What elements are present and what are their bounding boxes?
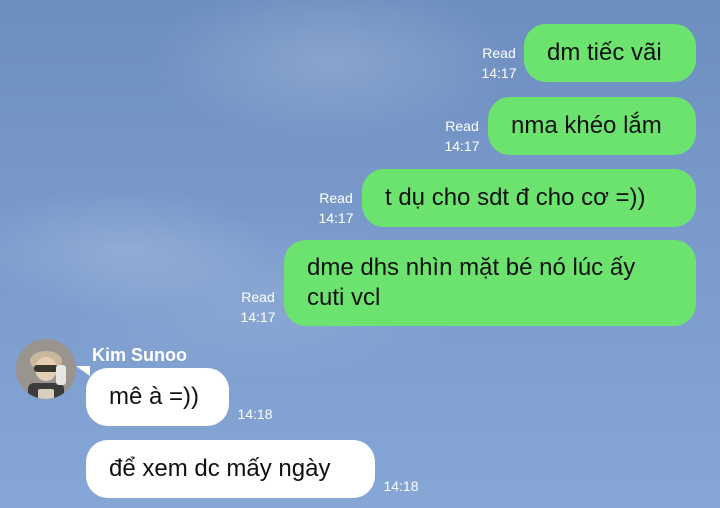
message-time: 14:18 <box>237 406 273 422</box>
outgoing-message[interactable]: nma khéo lắm <box>488 97 696 155</box>
outgoing-message[interactable]: dme dhs nhìn mặt bé nó lúc ấy cuti vcl <box>284 240 696 326</box>
incoming-message[interactable]: mê à =)) <box>86 368 229 426</box>
avatar-photo-icon <box>16 339 76 399</box>
outgoing-message[interactable]: dm tiếc vãi <box>524 24 696 82</box>
incoming-message[interactable]: để xem dc mấy ngày <box>86 440 375 498</box>
read-status: Read <box>482 45 516 61</box>
read-status: Read <box>319 190 353 206</box>
message-meta: Read 14:17 <box>237 287 279 327</box>
message-text: nma khéo lắm <box>511 112 662 139</box>
chat-view: Read 14:17 dm tiếc vãi Read 14:17 nma kh… <box>0 0 720 508</box>
message-time: 14:17 <box>318 210 354 226</box>
message-text: t dụ cho sdt đ cho cơ =)) <box>385 184 646 211</box>
message-time: 14:17 <box>481 65 517 81</box>
message-text: để xem dc mấy ngày <box>109 455 331 482</box>
message-text: dme dhs nhìn mặt bé nó lúc ấy cuti vcl <box>307 254 636 311</box>
bubble-tail <box>76 366 90 376</box>
outgoing-message[interactable]: t dụ cho sdt đ cho cơ =)) <box>362 169 696 227</box>
read-status: Read <box>445 118 479 134</box>
message-meta: Read 14:17 <box>315 188 357 228</box>
sender-name: Kim Sunoo <box>92 345 187 365</box>
message-time: 14:17 <box>444 138 480 154</box>
message-text: dm tiếc vãi <box>547 39 662 66</box>
message-meta: Read 14:17 <box>478 43 520 83</box>
message-text: mê à =)) <box>109 383 200 410</box>
message-time: 14:17 <box>240 309 276 325</box>
contact-avatar[interactable] <box>16 339 76 399</box>
read-status: Read <box>241 289 275 305</box>
message-meta: Read 14:17 <box>441 116 483 156</box>
message-time: 14:18 <box>383 478 419 494</box>
